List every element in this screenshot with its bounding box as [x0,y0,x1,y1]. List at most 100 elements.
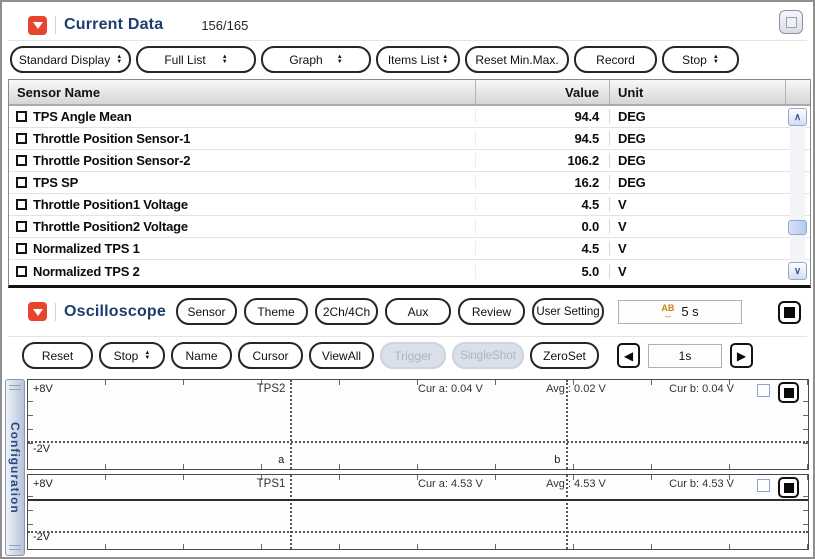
table-row[interactable]: Normalized TPS 1 4.5 V [9,238,810,260]
chevron-up-icon: ∧ [793,111,802,123]
cursor-b-reading: Cur b: 0.04 V [669,383,734,395]
row-checkbox[interactable] [16,243,27,254]
scrollbar-thumb[interactable] [788,220,807,235]
cursor-a-line[interactable] [290,380,293,469]
view-all-button[interactable]: ViewAll [309,342,374,369]
time-ticks [28,544,808,549]
channel-checkbox[interactable] [757,384,770,397]
cursor-a-label: a [278,454,285,466]
row-checkbox[interactable] [16,199,27,210]
cursor-a-line[interactable] [290,475,293,549]
data-stop-dropdown[interactable]: Stop ▲ ▼ [662,46,739,73]
scrollbar-track[interactable] [790,126,805,262]
row-checkbox[interactable] [16,155,27,166]
scale-bottom-label: -2V [33,443,51,455]
standard-display-dropdown[interactable]: Standard Display ▲ ▼ [10,46,131,73]
sensor-value: 16.2 [475,175,609,190]
timebase-increase-button[interactable]: ▶ [730,343,753,368]
table-row[interactable]: TPS Angle Mean 94.4 DEG [9,106,810,128]
scope-channel-tps2: +8V -2V TPS2 Cur a: 0.04 V Avg : 0.02 V … [27,379,809,470]
oscilloscope-header: Oscilloscope Sensor Theme 2Ch/4Ch Aux Re… [28,298,742,325]
channel-checkbox[interactable] [757,479,770,492]
items-list-dropdown[interactable]: Items List ▲ ▼ [376,46,460,73]
row-checkbox[interactable] [16,221,27,232]
cursor-b-line[interactable] [566,475,569,549]
table-body: TPS Angle Mean 94.4 DEG Throttle Positio… [9,106,810,282]
scroll-down-button[interactable]: ∨ [788,262,807,280]
column-header-value: Value [475,80,609,104]
divider [8,40,807,41]
spinner-icon: ▲ ▼ [221,53,228,65]
sensor-unit: DEG [609,109,785,124]
name-button[interactable]: Name [171,342,232,369]
cursor-b-label: b [554,454,561,466]
trigger-button[interactable]: Trigger [380,342,446,369]
stop-square-icon [783,387,794,398]
channel-stop-button[interactable] [778,477,799,498]
configuration-tab-label: Configuration [8,421,22,514]
theme-button[interactable]: Theme [244,298,308,325]
spinner-icon: ▲ ▼ [442,53,449,65]
divider [55,302,56,321]
sensor-value: 4.5 [475,197,609,212]
column-header-unit: Unit [609,80,785,104]
full-list-dropdown[interactable]: Full List ▲ ▼ [136,46,256,73]
table-row[interactable]: Throttle Position Sensor-2 106.2 DEG [9,150,810,172]
avg-reading: Avg : 0.02 V [546,383,606,395]
review-button[interactable]: Review [458,298,525,325]
row-checkbox[interactable] [16,265,27,277]
sensor-value: 94.4 [475,109,609,124]
configuration-tab[interactable]: Configuration [5,379,25,556]
arrow-right-icon: ▶ [736,348,747,363]
oscilloscope-stop-button[interactable] [778,301,801,324]
table-scrollbar[interactable]: ∧ ∨ [788,108,807,280]
ab-cursor-measure-icon: AB ↔ [661,303,675,320]
record-button[interactable]: Record [574,46,657,73]
maximize-icon [785,16,797,28]
table-row[interactable]: Throttle Position1 Voltage 4.5 V [9,194,810,216]
maximize-button[interactable] [779,10,803,34]
sensor-unit: V [609,219,785,234]
oscilloscope-toolbar-secondary: Reset Stop ▲ ▼ Name Cursor ViewAll Trigge… [22,342,753,369]
table-row[interactable]: Normalized TPS 2 5.0 V [9,260,810,282]
spinner-icon: ▲ ▼ [116,53,123,65]
sensor-table: Sensor Name Value Unit TPS Angle Mean 94… [8,79,811,288]
single-shot-button[interactable]: SingleShot [452,342,524,369]
cursor-b-line[interactable] [566,380,569,469]
sensor-value: 4.5 [475,241,609,256]
current-data-toolbar: Standard Display ▲ ▼ Full List ▲ ▼ Graph ▲… [10,46,739,73]
divider [55,16,56,34]
column-header-sensor-name: Sensor Name [17,84,101,100]
zero-set-button[interactable]: ZeroSet [530,342,599,369]
row-checkbox[interactable] [16,111,27,122]
channel-stop-button[interactable] [778,382,799,403]
panel-collapse-button[interactable] [28,302,47,321]
row-checkbox[interactable] [16,133,27,144]
table-row[interactable]: TPS SP 16.2 DEG [9,172,810,194]
table-row[interactable]: Throttle Position2 Voltage 0.0 V [9,216,810,238]
row-checkbox[interactable] [16,177,27,188]
graph-dropdown[interactable]: Graph ▲ ▼ [261,46,371,73]
aux-button[interactable]: Aux [385,298,451,325]
table-row[interactable]: Throttle Position Sensor-1 94.5 DEG [9,128,810,150]
timebase-decrease-button[interactable]: ◀ [617,343,640,368]
ab-time-value: 5 s [681,304,699,319]
grip-icon [9,545,21,550]
channel-name-label: TPS1 [256,478,286,490]
panel-collapse-button[interactable] [28,15,47,35]
sensor-value: 5.0 [475,263,609,279]
user-setting-button[interactable]: User Setting [532,298,604,325]
scope-stop-dropdown[interactable]: Stop ▲ ▼ [99,342,165,369]
time-ticks [28,464,808,469]
scroll-up-button[interactable]: ∧ [788,108,807,126]
sensor-button[interactable]: Sensor [176,298,237,325]
cursor-a-reading: Cur a: 0.04 V [418,383,483,395]
channel-mode-button[interactable]: 2Ch/4Ch [315,298,378,325]
reset-button[interactable]: Reset [22,342,93,369]
item-counter: 156/165 [201,17,249,33]
cursor-button[interactable]: Cursor [238,342,303,369]
reset-min-max-button[interactable]: Reset Min.Max. [465,46,569,73]
chevron-down-icon: ∨ [793,265,802,277]
table-header-row: Sensor Name Value Unit [9,80,810,106]
sensor-value: 0.0 [475,219,609,234]
